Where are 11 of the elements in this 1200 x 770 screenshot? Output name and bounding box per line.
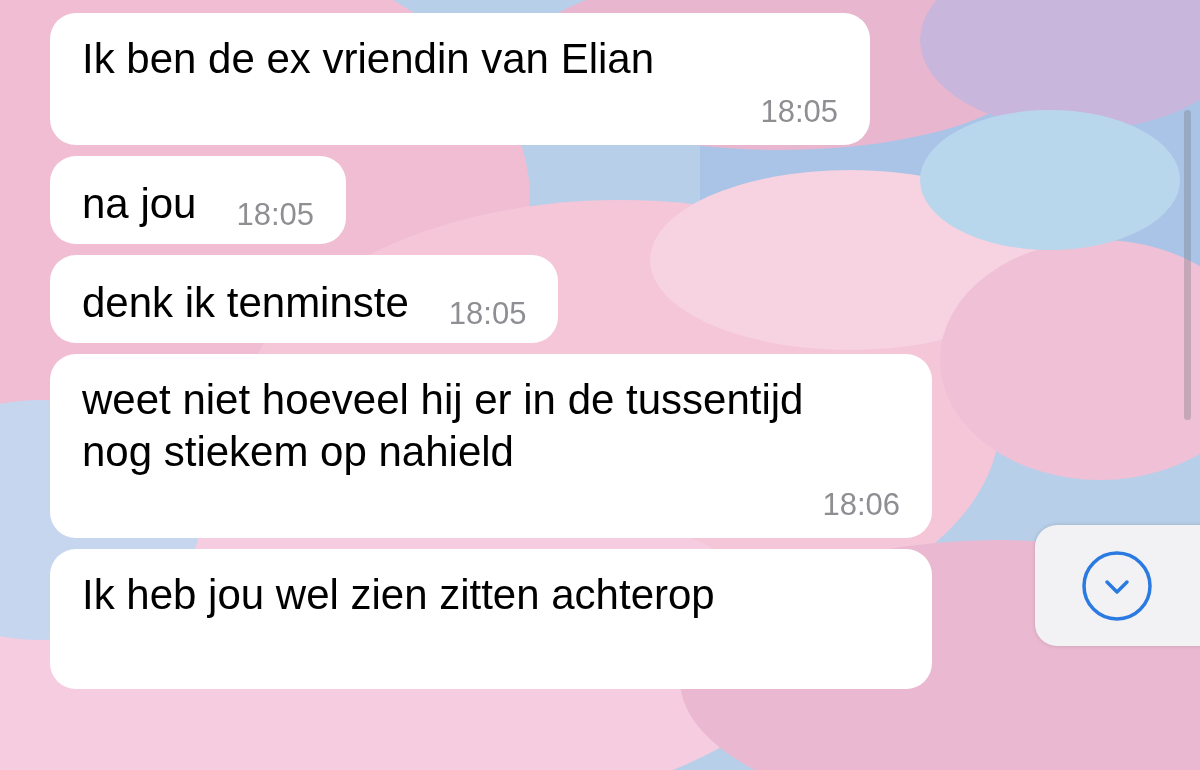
message-time: 18:06 <box>822 486 900 524</box>
message-text: Ik ben de ex vriendin van Elian <box>82 34 656 84</box>
scroll-down-button[interactable] <box>1035 525 1200 646</box>
message-time: 18:05 <box>236 196 314 234</box>
message-time: 18:05 <box>448 295 527 333</box>
message-text: weet niet hoeveel hij er in de tussentijd nog stiekem op nahield <box>82 375 805 477</box>
chevron-down-icon <box>1081 549 1153 622</box>
message-text: denk ik tenminste <box>82 278 409 328</box>
message-text: na jou <box>82 179 197 229</box>
message-time: 18:05 <box>760 93 838 131</box>
message-text: Ik heb jou wel zien zitten achterop <box>82 570 716 620</box>
